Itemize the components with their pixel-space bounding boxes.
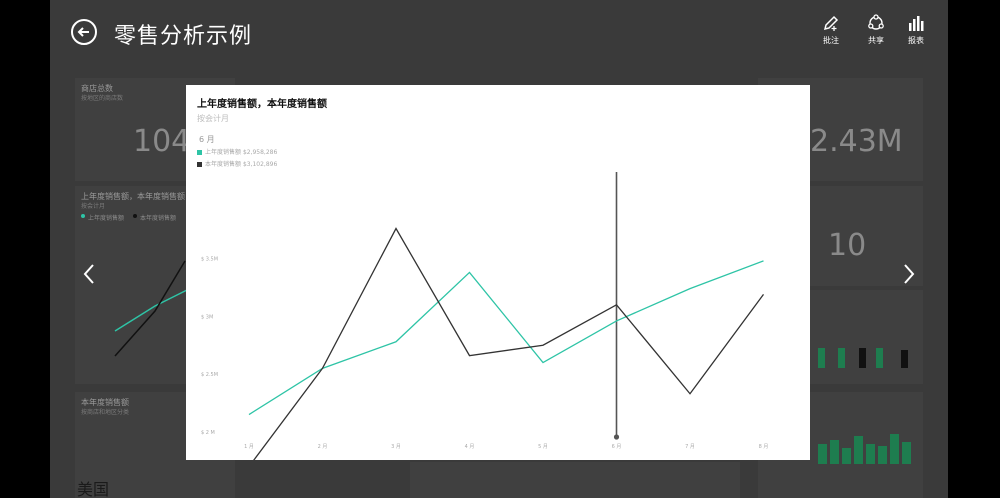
previous-button[interactable]: [80, 262, 100, 286]
data-point[interactable]: [468, 354, 471, 357]
arrow-left-icon: [77, 27, 89, 37]
back-button[interactable]: [71, 19, 97, 45]
chevron-right-icon: [904, 264, 915, 284]
focus-chart-card[interactable]: 上年度销售额，本年度销售额 按会计月 6 月 上年度销售额 $2,958,286…: [186, 85, 810, 460]
line-chart[interactable]: $ 2 M $ 2.5M $ 3M $ 3.5M 1 月 2 月 3 月 4 月 5 月 6 月 7…: [186, 85, 810, 460]
data-point[interactable]: [542, 361, 545, 364]
data-point[interactable]: [615, 319, 618, 322]
data-point[interactable]: [689, 287, 692, 290]
x-tick-label: 5 月: [538, 444, 548, 450]
tile-value: 104: [133, 124, 191, 159]
share-button[interactable]: 共享: [859, 14, 893, 46]
tile-map-2[interactable]: [410, 462, 740, 498]
toolbar-label: 共享: [868, 36, 884, 45]
pencil-icon: [823, 15, 839, 31]
data-point[interactable]: [762, 259, 765, 262]
y-tick-label: $ 2.5M: [201, 372, 218, 378]
tile-subtitle: 按地区的商店数: [81, 95, 124, 102]
y-tick-label: $ 3M: [201, 314, 213, 320]
chevron-left-icon: [83, 264, 94, 284]
toolbar-label: 报表: [908, 36, 924, 45]
next-button[interactable]: [898, 262, 918, 286]
x-tick-label: 7 月: [685, 444, 695, 450]
series-line[interactable]: [248, 260, 764, 416]
x-tick-label: 1 月: [244, 444, 254, 450]
page-title: 零售分析示例: [114, 24, 253, 49]
top-bar: 零售分析示例 批注 共享 报表: [50, 0, 948, 70]
data-point[interactable]: [615, 303, 618, 306]
annotate-button[interactable]: 批注: [814, 14, 848, 46]
report-button[interactable]: 报表: [899, 14, 933, 46]
map-label: 美国: [77, 480, 110, 498]
data-point[interactable]: [762, 293, 765, 296]
data-point[interactable]: [395, 340, 398, 343]
x-tick-label: 2 月: [318, 444, 328, 450]
tile-legend-item: 上年度销售额: [88, 215, 125, 222]
bar-chart-icon: [909, 16, 924, 31]
data-point[interactable]: [395, 227, 398, 230]
data-point[interactable]: [248, 413, 251, 416]
x-tick-label: 4 月: [465, 444, 475, 450]
x-tick-label: 3 月: [391, 444, 401, 450]
share-icon: [868, 14, 884, 30]
x-tick-label: 6 月: [612, 444, 622, 450]
tile-value: 2.43M: [810, 124, 903, 159]
series-line[interactable]: [249, 227, 765, 460]
tile-legend-item: 本年度销售额: [140, 215, 177, 222]
toolbar-label: 批注: [823, 36, 839, 45]
data-point[interactable]: [321, 367, 324, 370]
data-point[interactable]: [468, 271, 471, 274]
tile-subtitle: 按商店和地区分类: [81, 409, 130, 416]
x-tick-label: 8 月: [759, 444, 769, 450]
tile-value: 10: [828, 228, 867, 263]
data-point[interactable]: [542, 344, 545, 347]
data-point[interactable]: [689, 392, 692, 395]
highlight-marker[interactable]: [613, 434, 620, 440]
y-tick-label: $ 3.5M: [201, 257, 218, 263]
y-tick-label: $ 2 M: [201, 430, 215, 436]
